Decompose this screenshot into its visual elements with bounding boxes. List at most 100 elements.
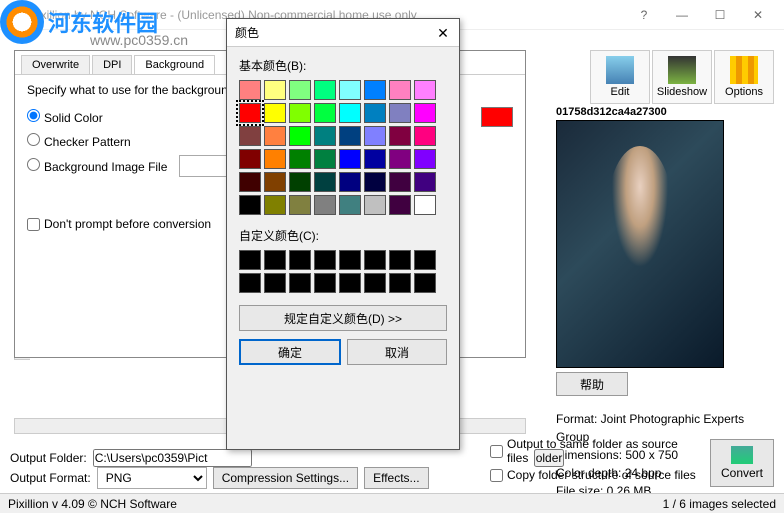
color-swatch[interactable] [314, 149, 336, 169]
same-folder-checkbox[interactable] [490, 445, 503, 458]
radio-bgfile[interactable]: Background Image File [27, 158, 167, 174]
color-swatch[interactable] [339, 172, 361, 192]
help-button[interactable]: ? [626, 4, 662, 26]
color-swatch[interactable] [239, 80, 261, 100]
preview-filename: 01758d312ca4a27300 [556, 106, 774, 118]
color-swatch[interactable] [314, 195, 336, 215]
options-button[interactable]: Options [714, 50, 774, 104]
tab-overwrite[interactable]: Overwrite [21, 55, 90, 74]
color-swatch[interactable] [264, 149, 286, 169]
color-swatch[interactable] [414, 126, 436, 146]
color-swatch[interactable] [389, 126, 411, 146]
edit-button[interactable]: Edit [590, 50, 650, 104]
options-icon [730, 56, 758, 84]
color-swatch[interactable] [239, 126, 261, 146]
color-swatch[interactable] [264, 172, 286, 192]
color-swatch[interactable] [239, 149, 261, 169]
color-swatch[interactable] [414, 80, 436, 100]
options-label: Options [725, 86, 763, 98]
help-button-cn[interactable]: 帮助 [556, 372, 628, 396]
custom-color-swatch[interactable] [339, 273, 361, 293]
custom-color-swatch[interactable] [289, 273, 311, 293]
custom-color-swatch[interactable] [314, 273, 336, 293]
color-swatch[interactable] [289, 195, 311, 215]
tab-dpi[interactable]: DPI [92, 55, 132, 74]
color-swatch[interactable] [339, 149, 361, 169]
color-swatch[interactable] [339, 126, 361, 146]
dont-prompt-checkbox[interactable] [27, 218, 40, 231]
color-swatch[interactable] [414, 172, 436, 192]
cancel-button[interactable]: 取消 [347, 339, 447, 365]
effects-button[interactable]: Effects... [364, 467, 428, 489]
compression-button[interactable]: Compression Settings... [213, 467, 358, 489]
color-swatch[interactable] [314, 126, 336, 146]
color-swatch[interactable] [264, 126, 286, 146]
slideshow-button[interactable]: Slideshow [652, 50, 712, 104]
custom-color-swatch[interactable] [389, 250, 411, 270]
color-swatch[interactable] [364, 126, 386, 146]
color-swatch[interactable] [414, 195, 436, 215]
basic-colors-label: 基本颜色(B): [239, 57, 447, 74]
output-folder-label: Output Folder: [10, 451, 87, 465]
output-format-select[interactable]: PNG [97, 467, 207, 489]
color-swatch[interactable] [389, 103, 411, 123]
color-swatch[interactable] [314, 80, 336, 100]
color-swatch[interactable] [239, 103, 261, 123]
color-swatch[interactable] [339, 195, 361, 215]
color-swatch[interactable] [264, 195, 286, 215]
color-swatch[interactable] [339, 103, 361, 123]
statusbar: Pixillion v 4.09 © NCH Software 1 / 6 im… [0, 493, 784, 513]
custom-color-swatch[interactable] [289, 250, 311, 270]
color-swatch[interactable] [389, 80, 411, 100]
color-swatch[interactable] [364, 172, 386, 192]
copy-structure-checkbox[interactable] [490, 469, 503, 482]
color-swatch[interactable] [389, 195, 411, 215]
color-swatch[interactable] [364, 80, 386, 100]
color-swatch[interactable] [289, 80, 311, 100]
define-custom-button[interactable]: 规定自定义颜色(D) >> [239, 305, 447, 331]
color-swatch[interactable] [289, 103, 311, 123]
color-swatch[interactable] [389, 149, 411, 169]
tab-background[interactable]: Background [134, 55, 215, 74]
color-swatch[interactable] [389, 172, 411, 192]
color-swatch[interactable] [264, 103, 286, 123]
radio-solid[interactable]: Solid Color [27, 109, 103, 125]
maximize-button[interactable]: ☐ [702, 4, 738, 26]
color-swatch[interactable] [364, 195, 386, 215]
color-swatch[interactable] [264, 80, 286, 100]
color-swatch[interactable] [339, 80, 361, 100]
color-dialog-close[interactable]: ✕ [435, 25, 451, 41]
custom-color-swatch[interactable] [389, 273, 411, 293]
custom-color-swatch[interactable] [314, 250, 336, 270]
color-swatch[interactable] [239, 172, 261, 192]
custom-color-swatch[interactable] [239, 273, 261, 293]
color-swatch[interactable] [289, 172, 311, 192]
minimize-button[interactable]: — [664, 4, 700, 26]
output-folder-input[interactable] [93, 449, 252, 467]
radio-checker[interactable]: Checker Pattern [27, 133, 131, 149]
custom-color-swatch[interactable] [414, 273, 436, 293]
color-swatch[interactable] [364, 149, 386, 169]
color-swatch[interactable] [414, 149, 436, 169]
custom-color-swatch[interactable] [264, 250, 286, 270]
custom-color-swatch[interactable] [339, 250, 361, 270]
custom-color-swatch[interactable] [364, 250, 386, 270]
color-swatch[interactable] [364, 103, 386, 123]
custom-color-swatch[interactable] [414, 250, 436, 270]
color-swatch[interactable] [414, 103, 436, 123]
custom-color-swatch[interactable] [239, 250, 261, 270]
custom-color-swatch[interactable] [364, 273, 386, 293]
status-left: Pixillion v 4.09 © NCH Software [8, 497, 663, 511]
close-button[interactable]: ✕ [740, 4, 776, 26]
slideshow-icon [668, 56, 696, 84]
color-swatch[interactable] [289, 149, 311, 169]
edit-label: Edit [611, 86, 630, 98]
color-swatch[interactable] [314, 172, 336, 192]
color-swatch[interactable] [289, 126, 311, 146]
solid-color-swatch[interactable] [481, 107, 513, 127]
custom-color-swatch[interactable] [264, 273, 286, 293]
color-swatch[interactable] [314, 103, 336, 123]
ok-button[interactable]: 确定 [239, 339, 341, 365]
convert-button[interactable]: Convert [710, 439, 774, 487]
color-swatch[interactable] [239, 195, 261, 215]
